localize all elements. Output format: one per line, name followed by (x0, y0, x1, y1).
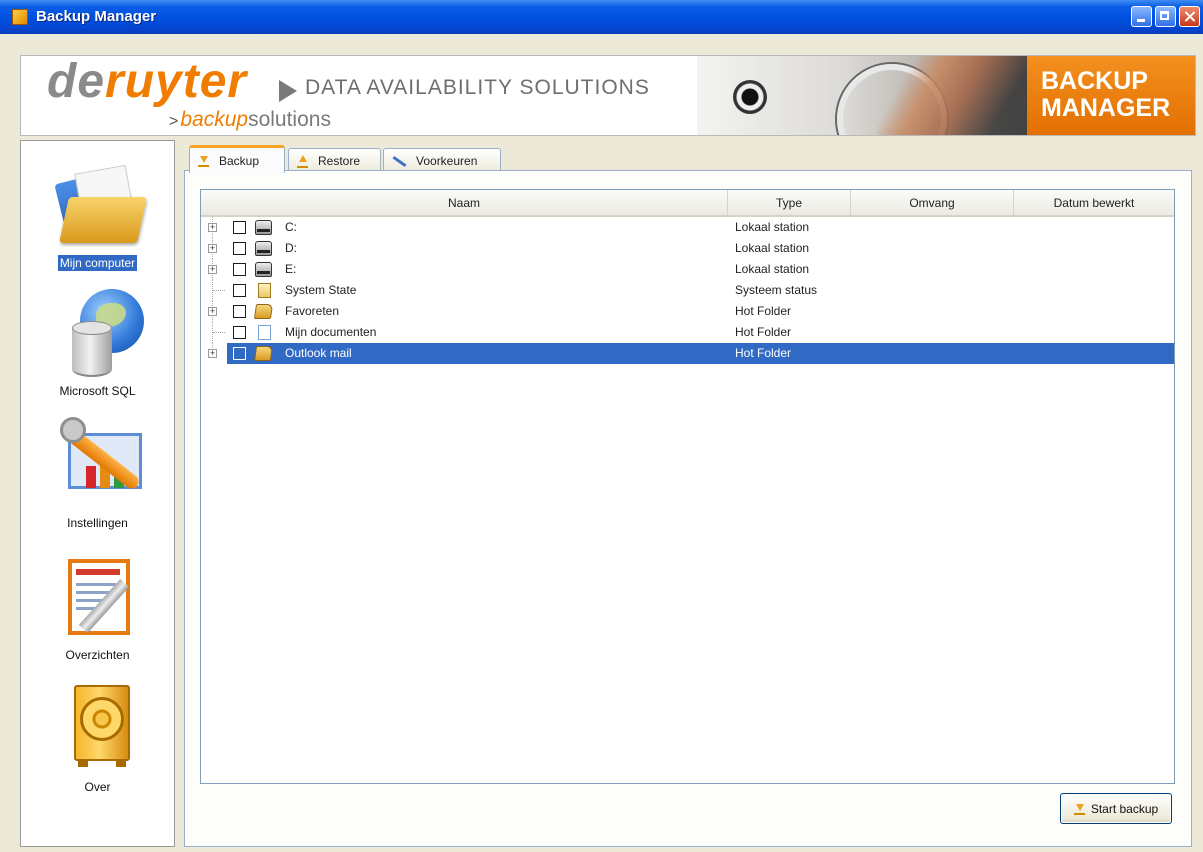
app-icon (12, 9, 28, 25)
row-name: Outlook mail (285, 346, 352, 360)
row-type: Hot Folder (735, 304, 792, 318)
row-name: Favoreten (285, 304, 340, 318)
report-icon (52, 545, 144, 645)
brush-icon (392, 155, 406, 168)
upload-icon (297, 154, 308, 168)
download-icon (1073, 802, 1085, 815)
row-name: E: (285, 262, 297, 276)
expand-icon[interactable]: + (208, 223, 217, 232)
row-checkbox[interactable] (233, 221, 246, 234)
minimize-button[interactable] (1131, 6, 1152, 27)
tab-label: Restore (318, 154, 361, 168)
folder-icon (253, 346, 274, 361)
tree-branch (213, 290, 225, 292)
sidebar-item-over[interactable]: Over (21, 677, 174, 795)
tab-label: Voorkeuren (416, 154, 478, 168)
row-type: Hot Folder (735, 346, 792, 360)
row-checkbox[interactable] (233, 263, 246, 276)
start-backup-label: Start backup (1090, 801, 1159, 816)
download-icon (198, 154, 209, 167)
tree-branch (213, 332, 225, 334)
header-banner: deruyter DATA AVAILABILITY SOLUTIONS >ba… (20, 55, 1196, 136)
sidebar-item-label: Mijn computer (56, 254, 139, 272)
system-state-icon (258, 283, 271, 298)
sidebar-item-label: Overzichten (65, 648, 130, 662)
start-backup-button[interactable]: Start backup (1060, 793, 1172, 824)
row-name: Mijn documenten (285, 325, 377, 339)
row-type: Systeem status (735, 283, 818, 297)
brand-tagline: DATA AVAILABILITY SOLUTIONS (305, 76, 650, 99)
column-header-omvang[interactable]: Omvang (851, 190, 1014, 217)
brand-arrow-icon (279, 80, 297, 102)
banner-photo-vault (697, 56, 1027, 135)
sidebar-item-microsoft-sql[interactable]: Microsoft SQL (21, 281, 174, 399)
row-name: D: (285, 241, 297, 255)
sidebar: Mijn computer Microsoft SQL Instellingen… (20, 140, 175, 847)
table-row[interactable]: + C: Lokaal station (201, 217, 1174, 238)
brand-sub-solutions: solutions (248, 108, 331, 131)
row-checkbox[interactable] (233, 284, 246, 297)
backup-source-list[interactable]: Naam Type Omvang Datum bewerkt + C: Loka… (200, 189, 1175, 784)
vault-dial-icon (733, 80, 767, 114)
expand-icon[interactable]: + (208, 307, 217, 316)
row-type: Hot Folder (735, 325, 792, 339)
settings-tools-icon (52, 413, 144, 513)
drive-icon (255, 262, 272, 277)
product-title-line1: BACKUP (1041, 67, 1148, 95)
row-type: Lokaal station (735, 262, 810, 276)
column-header-type[interactable]: Type (728, 190, 851, 217)
brand-de: de (47, 55, 106, 108)
folder-icon (52, 153, 147, 253)
folder-icon (253, 304, 274, 319)
product-title: BACKUP MANAGER (1027, 56, 1195, 135)
sidebar-item-mijn-computer[interactable]: Mijn computer (21, 153, 174, 272)
row-checkbox[interactable] (233, 305, 246, 318)
expand-icon[interactable]: + (208, 265, 217, 274)
row-checkbox[interactable] (233, 242, 246, 255)
table-row[interactable]: + D: Lokaal station (201, 238, 1174, 259)
brand-ruyter: ruyter (105, 55, 248, 108)
row-name: System State (285, 283, 357, 297)
row-name: C: (285, 220, 297, 234)
sidebar-item-label: Over (84, 780, 111, 794)
window-title: Backup Manager (36, 8, 157, 25)
sidebar-item-label: Microsoft SQL (59, 384, 136, 398)
row-checkbox[interactable] (233, 326, 246, 339)
sidebar-item-overzichten[interactable]: Overzichten (21, 545, 174, 663)
drive-icon (255, 220, 272, 235)
table-row[interactable]: System State Systeem status (201, 280, 1174, 301)
maximize-button[interactable] (1155, 6, 1176, 27)
title-bar[interactable]: Backup Manager (0, 0, 1203, 34)
brand-logo: deruyter (47, 55, 248, 109)
table-row[interactable]: + E: Lokaal station (201, 259, 1174, 280)
row-type: Lokaal station (735, 241, 810, 255)
document-icon (258, 325, 271, 340)
column-header-naam[interactable]: Naam (201, 190, 728, 217)
sidebar-item-label: Instellingen (67, 516, 128, 530)
table-row[interactable]: + Favoreten Hot Folder (201, 301, 1174, 322)
expand-icon[interactable]: + (208, 244, 217, 253)
table-row-selected[interactable]: + Outlook mail Hot Folder (201, 343, 1174, 364)
sidebar-item-instellingen[interactable]: Instellingen (21, 413, 174, 531)
tab-label: Backup (219, 153, 260, 168)
safe-icon (52, 677, 144, 777)
row-checkbox[interactable] (233, 347, 246, 360)
close-button[interactable] (1179, 6, 1200, 27)
tab-backup[interactable]: Backup (189, 145, 285, 173)
drive-icon (255, 241, 272, 256)
row-type: Lokaal station (735, 220, 810, 234)
brand-subline: >backupsolutions (169, 108, 331, 131)
hand-image (877, 56, 1027, 135)
product-title-line2: MANAGER (1041, 94, 1171, 122)
selection-highlight (227, 343, 1174, 364)
table-row[interactable]: Mijn documenten Hot Folder (201, 322, 1174, 343)
database-globe-icon (52, 281, 144, 381)
column-header-datum-bewerkt[interactable]: Datum bewerkt (1014, 190, 1174, 217)
brand-sub-backup: backup (180, 108, 249, 131)
expand-icon[interactable]: + (208, 349, 217, 358)
